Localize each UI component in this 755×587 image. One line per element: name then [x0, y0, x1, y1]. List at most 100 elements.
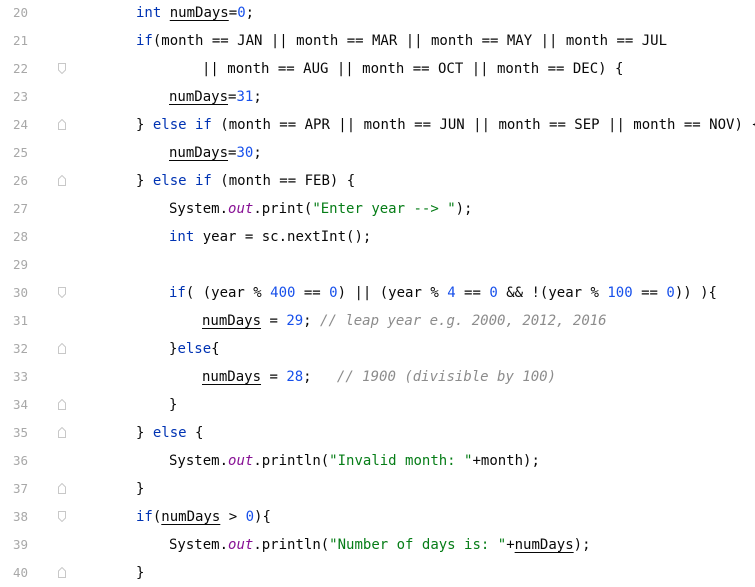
- code-token: if: [136, 33, 153, 49]
- code-token: )) ){: [674, 285, 717, 301]
- fold-toggle-icon[interactable]: [58, 427, 66, 438]
- code-token: }: [136, 117, 153, 133]
- code-line[interactable]: 40}: [0, 559, 755, 587]
- code-line[interactable]: 24} else if (month == APR || month == JU…: [0, 111, 755, 139]
- line-number: 27: [12, 201, 28, 216]
- code-line[interactable]: 36 System.out.println("Invalid month: "+m…: [0, 447, 755, 475]
- code-line[interactable]: 33 numDays = 28; // 1900 (divisible by 10…: [0, 363, 755, 391]
- code-text[interactable]: } else if (month == APR || month == JUN …: [136, 111, 755, 139]
- code-line[interactable]: 26} else if (month == FEB) {: [0, 167, 755, 195]
- code-line[interactable]: 25 numDays=30;: [0, 139, 755, 167]
- fold-toggle-icon[interactable]: [58, 483, 66, 494]
- line-number: 22: [12, 61, 28, 76]
- code-token: 0: [329, 285, 338, 301]
- code-token: =: [261, 369, 287, 385]
- code-line[interactable]: 32}else{: [0, 335, 755, 363]
- code-token: numDays: [169, 5, 229, 21]
- fold-toggle-icon[interactable]: [58, 343, 66, 354]
- line-number: 33: [12, 369, 28, 384]
- code-text[interactable]: int year = sc.nextInt();: [169, 223, 371, 251]
- code-token: else if: [152, 117, 212, 133]
- code-text[interactable]: System.out.println("Invalid month: "+mon…: [169, 447, 540, 475]
- fold-toggle-icon[interactable]: [58, 511, 66, 522]
- code-text[interactable]: || month == AUG || month == OCT || month…: [202, 55, 623, 83]
- code-text[interactable]: }: [169, 391, 177, 419]
- code-token: numDays: [202, 369, 262, 385]
- code-line[interactable]: 20 int numDays=0;: [0, 0, 755, 27]
- code-token: (month == FEB) {: [211, 173, 356, 189]
- code-token: && !(year %: [497, 285, 608, 301]
- line-number: 20: [12, 5, 28, 20]
- code-token: );: [573, 537, 591, 553]
- line-number: 21: [12, 33, 28, 48]
- code-text[interactable]: }else{: [169, 335, 220, 363]
- code-token: // leap year e.g. 2000, 2012, 2016: [320, 313, 607, 329]
- code-line[interactable]: 38 if(numDays > 0){: [0, 503, 755, 531]
- fold-toggle-icon[interactable]: [58, 567, 66, 578]
- code-token: out: [228, 201, 254, 217]
- code-text[interactable]: numDays=31;: [169, 83, 262, 111]
- code-text[interactable]: if(numDays > 0){: [136, 503, 271, 531]
- code-token: .print(: [253, 201, 313, 217]
- code-token: }: [136, 425, 153, 441]
- code-token: numDays: [169, 89, 229, 105]
- code-line[interactable]: 39 System.out.println("Number of days is:…: [0, 531, 755, 559]
- code-text[interactable]: System.out.println("Number of days is: "…: [169, 531, 591, 559]
- code-token: ==: [295, 285, 330, 301]
- code-text[interactable]: numDays=30;: [169, 139, 262, 167]
- code-token: ;: [253, 145, 262, 161]
- code-text[interactable]: }: [136, 559, 144, 587]
- code-text[interactable]: } else if (month == FEB) {: [136, 167, 355, 195]
- code-token: 0: [489, 285, 498, 301]
- code-text[interactable]: int numDays=0;: [136, 0, 254, 27]
- code-token: (month == APR || month == JUN || month =…: [211, 117, 755, 133]
- code-token: if: [169, 285, 186, 301]
- fold-toggle-icon[interactable]: [58, 175, 66, 186]
- code-line[interactable]: 28 int year = sc.nextInt();: [0, 223, 755, 251]
- code-token: ( (year %: [185, 285, 271, 301]
- code-line[interactable]: 21 if(month == JAN || month == MAR || mon…: [0, 27, 755, 55]
- code-line[interactable]: 31 numDays = 29; // leap year e.g. 2000, …: [0, 307, 755, 335]
- code-text[interactable]: if(month == JAN || month == MAR || month…: [136, 27, 667, 55]
- code-token: =: [228, 5, 238, 21]
- fold-toggle-icon[interactable]: [58, 287, 66, 298]
- fold-toggle-icon[interactable]: [58, 63, 66, 74]
- code-token: else: [177, 341, 212, 357]
- code-text[interactable]: }: [136, 475, 144, 503]
- fold-toggle-icon[interactable]: [58, 399, 66, 410]
- code-token: numDays: [514, 537, 574, 553]
- code-token: 4: [447, 285, 456, 301]
- code-line[interactable]: 37}: [0, 475, 755, 503]
- code-text[interactable]: System.out.print("Enter year --> ");: [169, 195, 472, 223]
- line-number: 38: [12, 509, 28, 524]
- code-text[interactable]: if( (year % 400 == 0) || (year % 4 == 0 …: [169, 279, 717, 307]
- code-line[interactable]: 30 if( (year % 400 == 0) || (year % 4 == …: [0, 279, 755, 307]
- code-token: }: [169, 397, 178, 413]
- fold-toggle-icon[interactable]: [58, 119, 66, 130]
- code-token: 400: [270, 285, 296, 301]
- code-token: int: [169, 229, 195, 245]
- code-token: ;: [303, 369, 337, 385]
- code-token: >: [220, 509, 246, 525]
- code-line[interactable]: 22 || month == AUG || month == OCT || mon…: [0, 55, 755, 83]
- code-line[interactable]: 35} else {: [0, 419, 755, 447]
- code-token: ){: [254, 509, 271, 525]
- line-number: 24: [12, 117, 28, 132]
- code-token: 0: [237, 5, 246, 21]
- code-text[interactable]: numDays = 29; // leap year e.g. 2000, 20…: [202, 307, 607, 335]
- code-token: || month == AUG || month == OCT || month…: [202, 61, 624, 77]
- code-token: }: [136, 173, 153, 189]
- code-line[interactable]: 34}: [0, 391, 755, 419]
- code-token: +month);: [472, 453, 540, 469]
- code-token: ) || (year %: [337, 285, 448, 301]
- code-text[interactable]: } else {: [136, 419, 203, 447]
- code-token: "Invalid month: ": [329, 453, 473, 469]
- code-line[interactable]: 29: [0, 251, 755, 279]
- code-editor[interactable]: 20 int numDays=0; 21 if(month == JAN || mon…: [0, 0, 755, 586]
- code-line[interactable]: 27 System.out.print("Enter year --> ");: [0, 195, 755, 223]
- code-text[interactable]: numDays = 28; // 1900 (divisible by 100): [202, 363, 556, 391]
- code-line[interactable]: 23 numDays=31;: [0, 83, 755, 111]
- line-number: 30: [12, 285, 28, 300]
- line-number: 28: [12, 229, 28, 244]
